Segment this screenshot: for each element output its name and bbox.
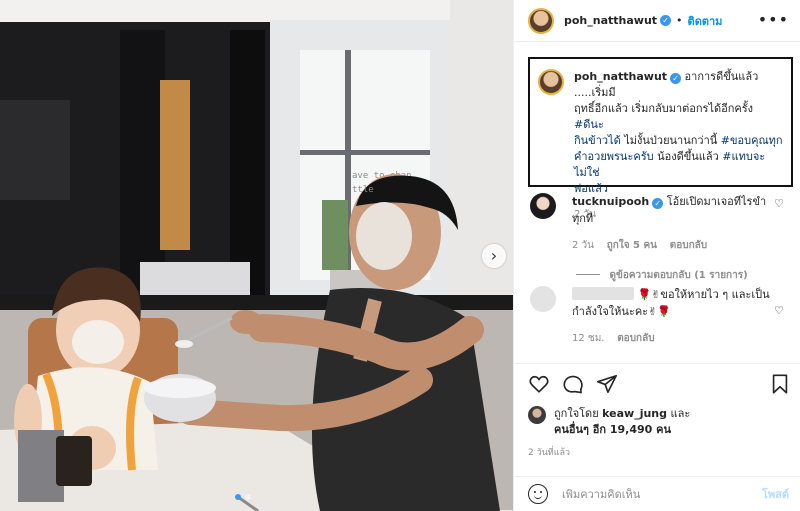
comment-timestamp[interactable]: 12 ชม. <box>572 333 604 344</box>
verified-badge-icon: ✓ <box>660 15 672 26</box>
add-comment-bar: โพสต์ <box>514 476 800 511</box>
comment-item: tucknuipooh ✓ โอ้ยเปิดมาเจอทีไรขำ ทุกที 2… <box>530 193 792 254</box>
post-side-panel: poh_natthawut ✓ • ติดตาม ••• poh_natthaw… <box>513 0 800 511</box>
more-horizontal-icon[interactable]: ••• <box>758 12 789 28</box>
caption-text-3: ไม่งั้นป่วยนานกว่านี้ <box>624 134 718 147</box>
verified-badge-icon: ✓ <box>670 73 682 84</box>
comment-meta: 2 วัน ถูกใจ 5 คน ตอบกลับ <box>572 237 766 254</box>
carousel-dot <box>245 494 251 500</box>
post-author-username[interactable]: poh_natthawut <box>564 14 657 27</box>
avatar[interactable] <box>530 286 556 312</box>
comment-icon[interactable] <box>562 373 584 395</box>
comment-username[interactable]: tucknuipooh <box>572 195 649 208</box>
hashtag-link[interactable]: กินข้าวได้ <box>574 134 621 147</box>
comment-input[interactable] <box>562 487 742 501</box>
avatar[interactable] <box>530 193 556 219</box>
view-replies-line <box>576 274 600 275</box>
post-header: poh_natthawut ✓ • ติดตาม ••• <box>514 0 800 42</box>
comment-text: โอ้ยเปิดมาเจอทีไรขำ <box>666 195 767 208</box>
comment-body: tucknuipooh ✓ โอ้ยเปิดมาเจอทีไรขำ ทุกที 2… <box>572 193 766 254</box>
comment-body: 🌹✌ขอให้หายไว ๆ และเป็น กำลังใจให้นะคะ✌🌹 … <box>572 286 770 347</box>
avatar[interactable] <box>528 7 554 34</box>
wall-text: ttle <box>352 185 374 195</box>
avatar[interactable] <box>528 406 546 424</box>
verified-badge-icon: ✓ <box>652 198 664 209</box>
header-separator: • <box>676 14 683 27</box>
comment-text: ทุกที <box>572 212 594 225</box>
caption-highlight-box: poh_natthawut ✓ อาการดีขึ้นแล้ว .....เริ่… <box>528 57 793 220</box>
emoji-icon[interactable] <box>528 484 548 504</box>
hashtag-link[interactable]: คำอวยพรนะครับ <box>574 150 654 163</box>
chevron-right-icon: › <box>490 246 498 265</box>
post-actions <box>514 363 800 399</box>
likes-text: ถูกใจโดย keaw_jung และ คนอื่นๆ อีก 19,49… <box>554 406 690 438</box>
comment-like-count[interactable]: ถูกใจ 5 คน <box>607 240 657 251</box>
view-replies-button[interactable]: ดูข้อความตอบกลับ (1 รายการ) <box>576 268 748 283</box>
photo-illustration: ave to chan ttle <box>0 0 513 511</box>
post-comment-button[interactable]: โพสต์ <box>762 485 789 503</box>
reply-button[interactable]: ตอบกลับ <box>617 333 654 344</box>
caption-text-2: ฤทธิ์อีกแล้ว เริ่มกลับมาต่อกรได้อีกครั้ง <box>574 102 754 115</box>
comment-item: 🌹✌ขอให้หายไว ๆ และเป็น กำลังใจให้นะคะ✌🌹 … <box>530 286 792 347</box>
likes-count-link[interactable]: คนอื่นๆ อีก 19,490 คน <box>554 423 671 436</box>
carousel-next-button[interactable]: › <box>482 244 506 268</box>
instagram-post: ave to chan ttle › poh_natthawut ✓ • ติด… <box>0 0 800 511</box>
reply-button[interactable]: ตอบกลับ <box>670 240 707 251</box>
caption-text-4: น้องดีขึ้นแล้ว <box>657 150 719 163</box>
comment-like-heart-icon[interactable]: ♡ <box>774 197 784 210</box>
comment-timestamp[interactable]: 2 วัน <box>572 240 594 251</box>
hashtag-link[interactable]: #ดีนะ <box>574 118 604 131</box>
comment-username-redacted[interactable] <box>572 287 634 300</box>
carousel-dot <box>235 494 241 500</box>
caption-username[interactable]: poh_natthawut <box>574 70 667 83</box>
bookmark-icon[interactable] <box>769 373 791 395</box>
comment-like-heart-icon[interactable]: ♡ <box>774 304 784 317</box>
comment-meta: 12 ชม. ตอบกลับ <box>572 330 770 347</box>
comment-emoji: ✌🌹 <box>648 305 672 318</box>
post-date[interactable]: 2 วันที่แล้ว <box>528 445 570 459</box>
liked-by-and: และ <box>670 407 691 420</box>
liked-by-prefix: ถูกใจโดย <box>554 407 599 420</box>
avatar[interactable] <box>538 69 564 95</box>
likes-summary: ถูกใจโดย keaw_jung และ คนอื่นๆ อีก 19,49… <box>528 406 690 438</box>
emoji-mouth <box>533 494 542 499</box>
view-replies-label: ดูข้อความตอบกลับ (1 รายการ) <box>609 270 748 281</box>
carousel-indicator <box>235 494 251 500</box>
follow-button[interactable]: ติดตาม <box>688 12 723 30</box>
hashtag-link[interactable]: #ขอบคุณทุก <box>721 134 783 147</box>
share-icon[interactable] <box>596 373 618 395</box>
liked-by-user[interactable]: keaw_jung <box>602 407 667 420</box>
comment-emoji: 🌹✌ <box>637 288 661 301</box>
comment-text: ขอให้หายไว ๆ และเป็น <box>660 288 770 301</box>
heart-icon[interactable] <box>528 373 550 395</box>
comment-text: กำลังใจให้นะคะ <box>572 305 649 318</box>
post-photo[interactable]: ave to chan ttle › <box>0 0 513 511</box>
